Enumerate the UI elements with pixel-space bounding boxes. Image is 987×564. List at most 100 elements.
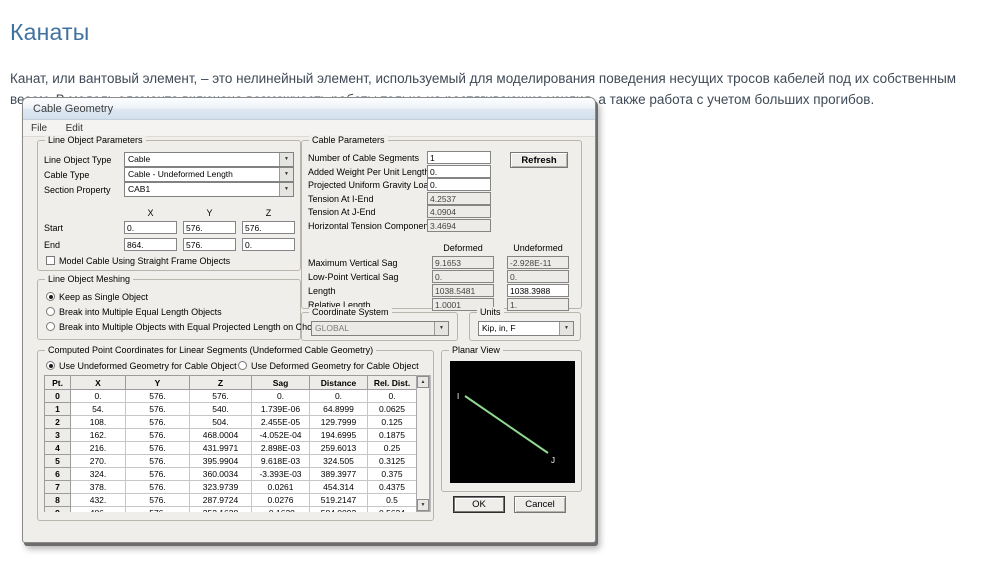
start-y-field[interactable]	[183, 221, 236, 234]
break-projected-length-radio[interactable]	[46, 322, 55, 331]
end-x-field[interactable]	[124, 238, 177, 251]
table-row[interactable]: 154.576.540.1.739E-0664.89990.0625	[45, 403, 417, 416]
cable-plot: I J	[450, 361, 575, 483]
chevron-down-icon[interactable]: ▼	[279, 153, 293, 166]
cable-type-dropdown[interactable]: Cable - Undeformed Length ▼	[124, 167, 294, 182]
line-object-type-dropdown[interactable]: Cable ▼	[124, 152, 294, 167]
added-weight-label: Added Weight Per Unit Length	[308, 167, 429, 177]
table-row[interactable]: 2108.576.504.2.455E-05129.79990.125	[45, 416, 417, 429]
value-cell: 324.	[71, 468, 126, 481]
table-row[interactable]: 7378.576.323.97390.0261454.3140.4375	[45, 481, 417, 494]
col-header-distance: Distance	[310, 376, 368, 390]
end-y-field[interactable]	[183, 238, 236, 251]
table-row[interactable]: 5270.576.395.99049.618E-03324.5050.3125	[45, 455, 417, 468]
table-row[interactable]: 3162.576.468.0004-4.052E-04194.69950.187…	[45, 429, 417, 442]
value-cell: -3.393E-03	[252, 468, 310, 481]
point-number-cell: 0	[45, 390, 71, 403]
value-cell: 0.5	[368, 494, 417, 507]
use-undeformed-geometry-radio[interactable]	[46, 361, 55, 370]
table-row[interactable]: 9486.576.252.1628-0.1628584.00920.5624	[45, 507, 417, 513]
use-deformed-geometry-radio[interactable]	[238, 361, 247, 370]
group-title: Computed Point Coordinates for Linear Se…	[45, 345, 376, 355]
menu-edit[interactable]: Edit	[58, 120, 91, 134]
scroll-down-icon[interactable]: ▼	[417, 499, 429, 511]
length-undeformed-field[interactable]	[507, 284, 569, 297]
group-title: Line Object Parameters	[45, 135, 146, 145]
value-cell: 0.	[310, 390, 368, 403]
length-label: Length	[308, 286, 336, 296]
straight-frame-checkbox[interactable]	[46, 256, 55, 265]
group-title: Planar View	[449, 345, 503, 355]
page-title: Канаты	[10, 19, 89, 46]
group-title: Units	[477, 307, 504, 317]
value-cell: 54.	[71, 403, 126, 416]
value-cell: 486.	[71, 507, 126, 513]
coordinate-system-dropdown: GLOBAL ▼	[311, 321, 449, 336]
value-cell: 1.739E-06	[252, 403, 310, 416]
break-equal-length-radio[interactable]	[46, 307, 55, 316]
start-x-field[interactable]	[124, 221, 177, 234]
value-cell: 0.25	[368, 442, 417, 455]
point-number-cell: 9	[45, 507, 71, 513]
value-cell: 576.	[126, 416, 190, 429]
value-cell: 576.	[126, 507, 190, 513]
value-cell: 360.0034	[190, 468, 252, 481]
value-cell: 0.4375	[368, 481, 417, 494]
col-header-z: Z	[190, 376, 252, 390]
keep-single-object-radio[interactable]	[46, 292, 55, 301]
chevron-down-icon[interactable]: ▼	[279, 168, 293, 181]
max-sag-label: Maximum Vertical Sag	[308, 258, 398, 268]
start-z-field[interactable]	[242, 221, 295, 234]
value-cell: 108.	[71, 416, 126, 429]
added-weight-field[interactable]	[427, 165, 491, 178]
value-cell: 468.0004	[190, 429, 252, 442]
line-object-type-label: Line Object Type	[44, 155, 111, 165]
table-row[interactable]: 8432.576.287.97240.0276519.21470.5	[45, 494, 417, 507]
table-scrollbar[interactable]: ▲ ▼	[416, 375, 430, 512]
max-sag-deformed-field	[432, 256, 494, 269]
table-row[interactable]: 00.576.576.0.0.0.	[45, 390, 417, 403]
gravity-load-field[interactable]	[427, 178, 491, 191]
ok-button[interactable]: OK	[453, 496, 505, 513]
j-end-label: J	[551, 456, 555, 465]
table-row[interactable]: 4216.576.431.99712.898E-03259.60130.25	[45, 442, 417, 455]
value-cell: 0.0625	[368, 403, 417, 416]
value-cell: 378.	[71, 481, 126, 494]
end-z-field[interactable]	[242, 238, 295, 251]
value-cell: 194.6995	[310, 429, 368, 442]
value-cell: 0.375	[368, 468, 417, 481]
value-cell: 519.2147	[310, 494, 368, 507]
value-cell: 584.0092	[310, 507, 368, 513]
col-header-pt: Pt.	[45, 376, 71, 390]
value-cell: 0.3125	[368, 455, 417, 468]
chevron-down-icon[interactable]: ▼	[279, 183, 293, 196]
group-title: Cable Parameters	[309, 135, 388, 145]
cable-type-label: Cable Type	[44, 170, 89, 180]
gravity-load-label: Projected Uniform Gravity Load	[308, 180, 434, 190]
value-cell: 389.3977	[310, 468, 368, 481]
computed-points-table: Pt. X Y Z Sag Distance Rel. Dist. 0 0. 576…	[44, 375, 431, 512]
group-line-object-parameters: Line Object Parameters Line Object Type …	[37, 140, 301, 271]
cable-geometry-dialog: Cable Geometry File Edit Line Object Par…	[22, 97, 596, 543]
section-property-label: Section Property	[44, 185, 111, 195]
value-cell: 0.	[368, 390, 417, 403]
chevron-down-icon[interactable]: ▼	[559, 322, 573, 335]
table-row[interactable]: 6324.576.360.0034-3.393E-03389.39770.375	[45, 468, 417, 481]
section-property-dropdown[interactable]: CAB1 ▼	[124, 182, 294, 197]
units-dropdown[interactable]: Kip, in, F ▼	[478, 321, 574, 336]
num-segments-field[interactable]	[427, 151, 491, 164]
value-cell: 252.1628	[190, 507, 252, 513]
scroll-up-icon[interactable]: ▲	[417, 376, 429, 388]
tension-i-label: Tension At I-End	[308, 194, 374, 204]
refresh-button[interactable]: Refresh	[510, 152, 568, 168]
table-header-row: Pt. X Y Z Sag Distance Rel. Dist.	[45, 376, 417, 390]
cancel-button[interactable]: Cancel	[514, 496, 566, 513]
col-header-y: Y	[126, 376, 190, 390]
point-number-cell: 6	[45, 468, 71, 481]
menu-file[interactable]: File	[23, 120, 55, 134]
cable-line	[465, 396, 548, 453]
tension-i-field	[427, 192, 491, 205]
end-label: End	[44, 240, 60, 250]
x-column-header: X	[124, 208, 177, 218]
point-number-cell: 1	[45, 403, 71, 416]
